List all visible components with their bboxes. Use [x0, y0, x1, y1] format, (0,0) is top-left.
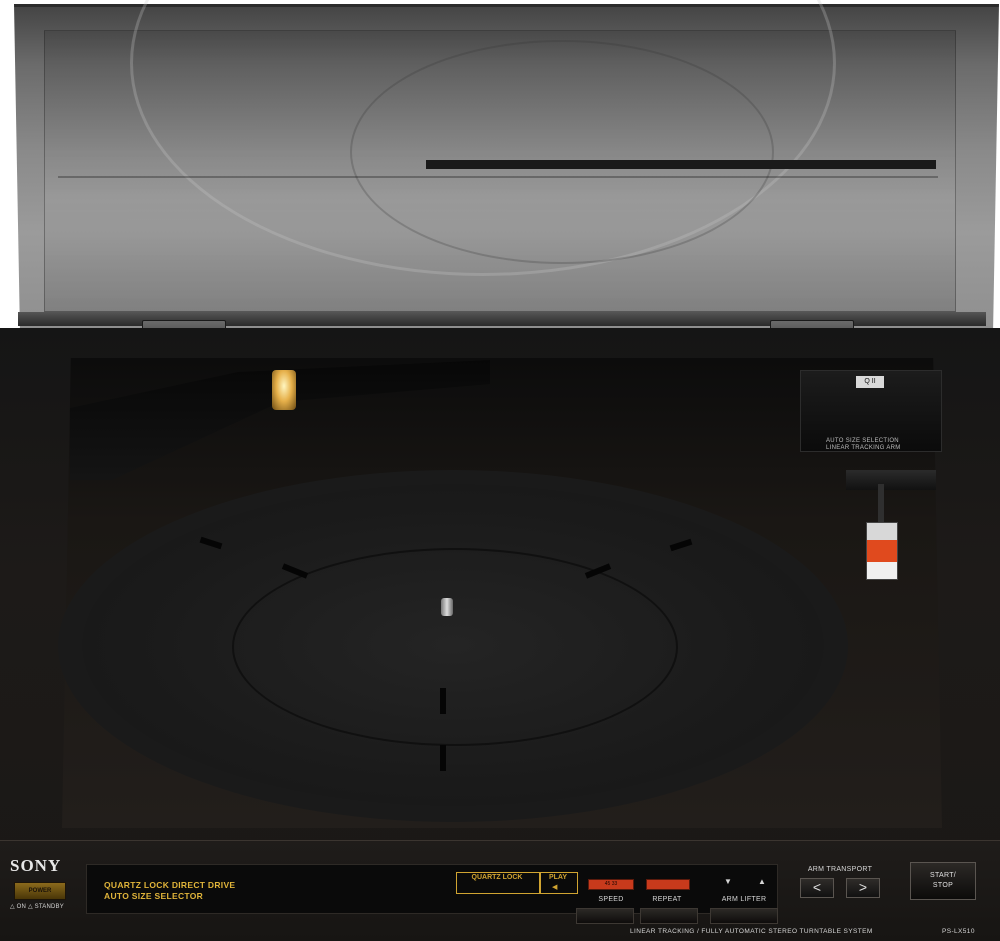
arm-lifter-label: ARM LIFTER: [721, 896, 767, 903]
power-button-label: POWER: [28, 888, 52, 894]
housing-label-line1: AUTO SIZE SELECTION: [826, 438, 899, 444]
arm-transport-right-button[interactable]: >: [846, 878, 880, 898]
speed-label: SPEED: [598, 896, 624, 903]
start-stop-label-line2: STOP: [932, 882, 954, 889]
start-stop-label-line1: START/: [929, 872, 957, 879]
repeat-label: REPEAT: [652, 896, 682, 903]
feature-label-auto-size: AUTO SIZE SELECTOR: [104, 891, 204, 901]
tonearm: [878, 484, 884, 524]
play-icon: ◀: [552, 884, 558, 891]
platter-ring: [232, 548, 678, 746]
speed-led-45: 45: [604, 881, 611, 887]
start-stop-button[interactable]: START/ STOP: [910, 862, 976, 900]
lid-reflection-stripe: [426, 160, 936, 169]
play-label: PLAY: [548, 874, 568, 881]
housing-label-line2: LINEAR TRACKING ARM: [826, 445, 901, 451]
illumination-lamp: [272, 370, 296, 410]
system-description: LINEAR TRACKING / FULLY AUTOMATIC STEREO…: [630, 928, 873, 935]
power-standby-label: △ ON △ STANDBY: [10, 904, 64, 910]
size-sensor-slot: [440, 688, 446, 714]
speed-led-indicator: 45 33: [588, 879, 634, 890]
arm-lifter-button[interactable]: [710, 908, 778, 924]
lid-fold-line: [58, 176, 938, 178]
quartz-lock-label: QUARTZ LOCK: [471, 874, 523, 881]
model-number: PS-LX510: [942, 928, 975, 935]
brand-logo: SONY: [10, 856, 62, 875]
arm-transport-label: ARM TRANSPORT: [807, 866, 873, 873]
spindle: [441, 598, 453, 616]
feature-label-quartz: QUARTZ LOCK DIRECT DRIVE: [104, 880, 236, 890]
housing-badge: Q II: [856, 376, 884, 388]
arm-up-icon: ▲: [758, 877, 766, 886]
lid-reflection-inner: [350, 40, 774, 264]
cartridge: [866, 522, 898, 580]
arm-transport-left-button[interactable]: <: [800, 878, 834, 898]
arm-down-icon: ▼: [724, 877, 732, 886]
repeat-button[interactable]: [640, 908, 698, 924]
speed-led-33: 33: [611, 881, 618, 887]
speed-button[interactable]: [576, 908, 634, 924]
power-button[interactable]: POWER: [14, 882, 66, 900]
speed-led-text: 45 33: [589, 880, 633, 889]
housing-label: AUTO SIZE SELECTION LINEAR TRACKING ARM: [826, 438, 901, 452]
size-sensor-slot: [440, 745, 446, 771]
repeat-led-indicator: [646, 879, 690, 890]
arm-carriage: [846, 470, 936, 490]
